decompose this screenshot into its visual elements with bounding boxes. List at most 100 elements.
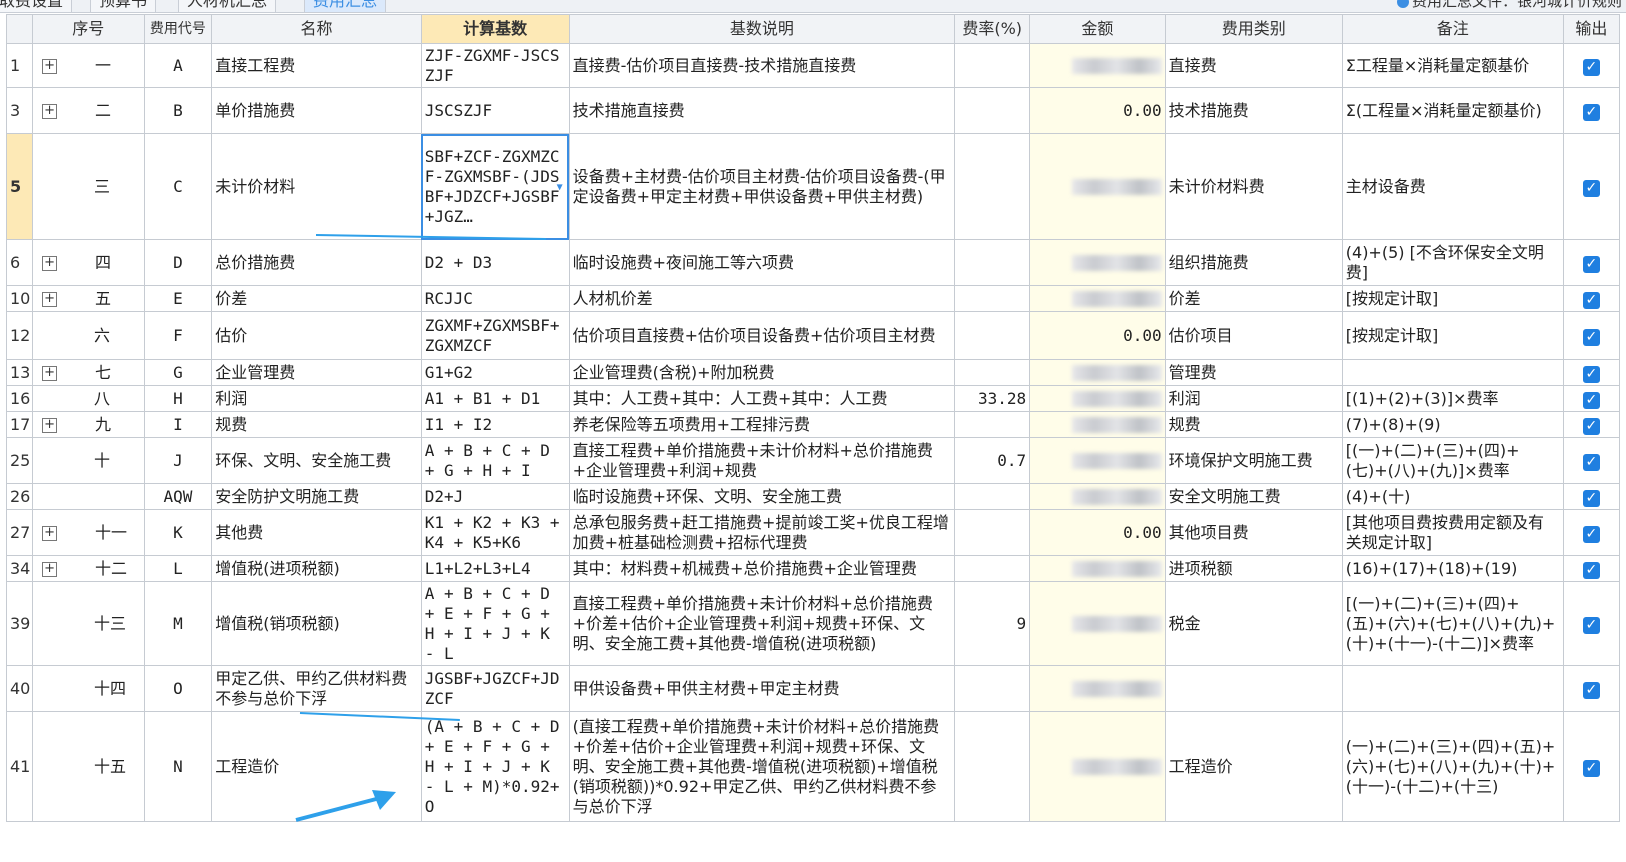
output-cell[interactable]: ✓ — [1562, 437, 1621, 484]
calc-basis-cell[interactable]: D2 + D3 — [420, 239, 570, 286]
row-number[interactable]: 10 — [5, 285, 34, 312]
plus-box-icon[interactable]: + — [42, 255, 58, 271]
seq-cell[interactable]: + 二 — [32, 87, 145, 134]
basis-description-cell[interactable]: 临时设施费+夜间施工等六项费 — [568, 239, 956, 286]
fee-code-cell[interactable]: K — [143, 509, 213, 556]
table-row[interactable]: 6 + 四 D 总价措施费 D2 + D3 临时设施费+夜间施工等六项费 组织措施费 (4)+(… — [5, 239, 1621, 286]
checkbox-checked-icon[interactable]: ✓ — [1582, 759, 1600, 777]
fee-name-cell[interactable]: 安全防护文明施工费 — [211, 483, 422, 510]
fee-name-cell[interactable]: 企业管理费 — [211, 359, 422, 386]
note-cell[interactable]: (一)+(二)+(三)+(四)+(五)+(六)+(七)+(八)+(九)+(十)+… — [1341, 711, 1564, 822]
note-cell[interactable] — [1341, 665, 1564, 712]
header-output[interactable]: 输出 — [1562, 14, 1621, 44]
fee-name-cell[interactable]: 总价措施费 — [211, 239, 422, 286]
fee-rate-cell[interactable]: 0.7 — [954, 437, 1031, 484]
row-number[interactable]: 16 — [5, 385, 34, 412]
row-number[interactable]: 6 — [5, 239, 34, 286]
output-cell[interactable]: ✓ — [1562, 285, 1621, 312]
fee-name-cell[interactable]: 估价 — [211, 311, 422, 360]
fee-rate-cell[interactable] — [954, 359, 1031, 386]
plus-box-icon[interactable]: + — [42, 365, 58, 381]
output-cell[interactable]: ✓ — [1562, 311, 1621, 360]
fee-category-cell[interactable]: 价差 — [1164, 285, 1343, 312]
output-cell[interactable]: ✓ — [1562, 87, 1621, 134]
seq-cell[interactable]: 十四 — [32, 665, 145, 712]
output-cell[interactable]: ✓ — [1562, 359, 1621, 386]
row-number[interactable]: 40 — [5, 665, 34, 712]
basis-description-cell[interactable]: 直接费-估价项目直接费-技术措施直接费 — [568, 43, 956, 88]
header-category[interactable]: 费用类别 — [1164, 14, 1343, 44]
basis-description-cell[interactable]: 其中：材料费+机械费+总价措施费+企业管理费 — [568, 555, 956, 582]
seq-cell[interactable]: + 四 — [32, 239, 145, 286]
fee-name-cell[interactable]: 甲定乙供、甲约乙供材料费不参与总价下浮 — [211, 665, 422, 712]
basis-description-cell[interactable]: (直接工程费+单价措施费+未计价材料+总价措施费+价差+估价+企业管理费+利润+… — [568, 711, 956, 822]
note-cell[interactable]: (7)+(8)+(9) — [1341, 411, 1564, 438]
fee-category-cell[interactable]: 进项税额 — [1164, 555, 1343, 582]
fee-code-cell[interactable]: C — [143, 133, 213, 240]
output-cell[interactable]: ✓ — [1562, 509, 1621, 556]
fee-rate-cell[interactable] — [954, 711, 1031, 822]
fee-name-cell[interactable]: 环保、文明、安全施工费 — [211, 437, 422, 484]
fee-code-cell[interactable]: A — [143, 43, 213, 88]
note-cell[interactable]: [按规定计取] — [1341, 311, 1564, 360]
fee-name-cell[interactable]: 增值税(进项税额) — [211, 555, 422, 582]
fee-category-cell[interactable]: 未计价材料费 — [1164, 133, 1343, 240]
note-cell[interactable]: 主材设备费 — [1341, 133, 1564, 240]
seq-cell[interactable]: + 十二 — [32, 555, 145, 582]
calc-basis-cell[interactable]: K1 + K2 + K3 + K4 + K5+K6 — [420, 509, 570, 556]
calc-basis-cell[interactable]: SBF+ZCF-ZGXMZCF-ZGXMSBF-(JDSBF+JDZCF+JGS… — [420, 133, 570, 240]
checkbox-checked-icon[interactable]: ✓ — [1582, 616, 1600, 634]
basis-description-cell[interactable]: 总承包服务费+赶工措施费+提前竣工奖+优良工程增加费+桩基础检测费+招标代理费 — [568, 509, 956, 556]
header-amount[interactable]: 金额 — [1029, 14, 1166, 44]
fee-rate-cell[interactable] — [954, 43, 1031, 88]
calc-basis-cell[interactable]: (A + B + C + D + E + F + G + H + I + J +… — [420, 711, 570, 822]
header-seq[interactable]: 序号 — [32, 14, 145, 44]
row-number[interactable]: 1 — [5, 43, 34, 88]
output-cell[interactable]: ✓ — [1562, 411, 1621, 438]
output-cell[interactable]: ✓ — [1562, 483, 1621, 510]
fee-code-cell[interactable]: J — [143, 437, 213, 484]
fee-code-cell[interactable]: F — [143, 311, 213, 360]
calc-basis-cell[interactable]: ZJF-ZGXMF-JSCSZJF — [420, 43, 570, 88]
header-note[interactable]: 备注 — [1341, 14, 1564, 44]
fee-rate-cell[interactable] — [954, 239, 1031, 286]
note-cell[interactable]: (16)+(17)+(18)+(19) — [1341, 555, 1564, 582]
seq-cell[interactable]: 八 — [32, 385, 145, 412]
output-cell[interactable]: ✓ — [1562, 581, 1621, 666]
table-row[interactable]: 40 十四 O 甲定乙供、甲约乙供材料费不参与总价下浮 JGSBF+JGZCF+JDZC… — [5, 665, 1621, 712]
basis-description-cell[interactable]: 临时设施费+环保、文明、安全施工费 — [568, 483, 956, 510]
table-row[interactable]: 5 三 C 未计价材料 SBF+ZCF-ZGXMZCF-ZGXMSBF-(JDSBF+J… — [5, 133, 1621, 240]
table-row[interactable]: 12 六 F 估价 ZGXMF+ZGXMSBF+ZGXMZCF 估价项目直接费+估价项目设… — [5, 311, 1621, 360]
output-cell[interactable]: ✓ — [1562, 43, 1621, 88]
fee-category-cell[interactable] — [1164, 665, 1343, 712]
seq-cell[interactable]: + 十一 — [32, 509, 145, 556]
row-number[interactable]: 26 — [5, 483, 34, 510]
checkbox-checked-icon[interactable]: ✓ — [1582, 561, 1600, 579]
fee-code-cell[interactable]: AQW — [143, 483, 213, 510]
note-cell[interactable] — [1341, 359, 1564, 386]
fee-name-cell[interactable]: 单价措施费 — [211, 87, 422, 134]
seq-cell[interactable]: + 九 — [32, 411, 145, 438]
output-cell[interactable]: ✓ — [1562, 665, 1621, 712]
fee-category-cell[interactable]: 技术措施费 — [1164, 87, 1343, 134]
calc-basis-cell[interactable]: L1+L2+L3+L4 — [420, 555, 570, 582]
output-cell[interactable]: ✓ — [1562, 555, 1621, 582]
row-number[interactable]: 27 — [5, 509, 34, 556]
fee-category-cell[interactable]: 规费 — [1164, 411, 1343, 438]
calc-basis-cell[interactable]: RCJJC — [420, 285, 570, 312]
basis-description-cell[interactable]: 直接工程费+单价措施费+未计价材料+总价措施费+企业管理费+利润+规费 — [568, 437, 956, 484]
header-description[interactable]: 基数说明 — [568, 14, 956, 44]
seq-cell[interactable]: 三 — [32, 133, 145, 240]
checkbox-checked-icon[interactable]: ✓ — [1582, 453, 1600, 471]
output-cell[interactable]: ✓ — [1562, 239, 1621, 286]
table-row[interactable]: 27 + 十一 K 其他费 K1 + K2 + K3 + K4 + K5+K6 总承包服务费… — [5, 509, 1621, 556]
fee-name-cell[interactable]: 其他费 — [211, 509, 422, 556]
fee-category-cell[interactable]: 组织措施费 — [1164, 239, 1343, 286]
tab-budget[interactable]: 预算书 — [90, 0, 157, 12]
fee-category-cell[interactable]: 直接费 — [1164, 43, 1343, 88]
basis-description-cell[interactable]: 技术措施直接费 — [568, 87, 956, 134]
fee-rate-cell[interactable] — [954, 87, 1031, 134]
calc-basis-cell[interactable]: D2+J — [420, 483, 570, 510]
calc-basis-cell[interactable]: JSCSZJF — [420, 87, 570, 134]
fee-code-cell[interactable]: N — [143, 711, 213, 822]
